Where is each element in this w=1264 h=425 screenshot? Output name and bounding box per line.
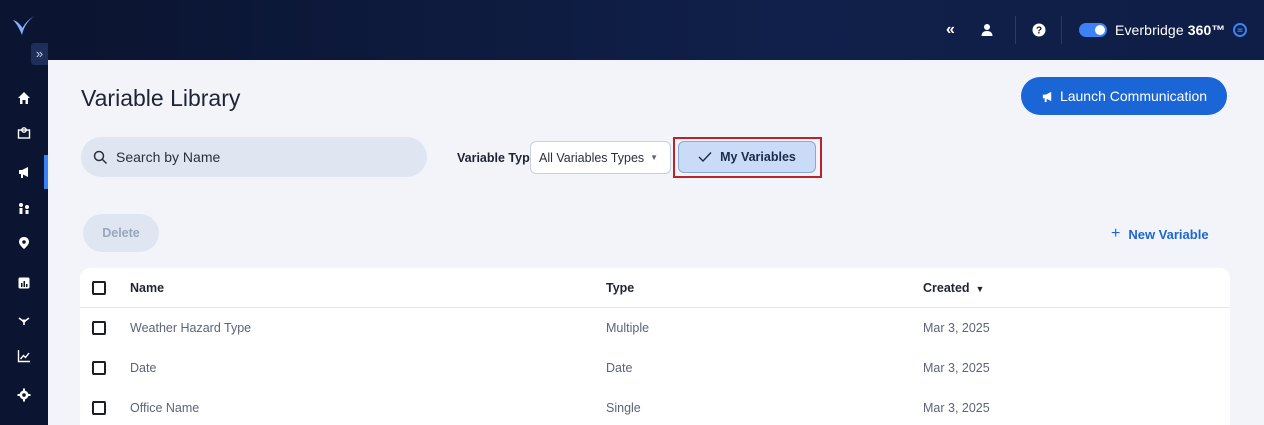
toggle-icon[interactable] (1079, 23, 1107, 37)
help-icon[interactable]: ? (1032, 20, 1046, 40)
topbar-divider (1061, 16, 1062, 44)
column-header-created[interactable]: Created ▼ (923, 281, 984, 295)
main-content: Variable Library Launch Communication Se… (48, 60, 1264, 425)
table-row[interactable]: Date Date Mar 3, 2025 (80, 348, 1230, 388)
search-input[interactable]: Search by Name (81, 137, 427, 177)
new-variable-button[interactable]: + New Variable (1111, 225, 1209, 243)
check-icon (698, 152, 712, 163)
row-checkbox[interactable] (92, 401, 106, 415)
search-icon (93, 150, 108, 164)
column-header-type[interactable]: Type (606, 281, 634, 295)
row-type: Multiple (606, 321, 650, 335)
row-name[interactable]: Office Name (130, 401, 199, 415)
launch-communication-button[interactable]: Launch Communication (1021, 77, 1227, 115)
column-header-created-label: Created (923, 280, 970, 295)
reports-icon[interactable] (12, 271, 36, 295)
column-header-name[interactable]: Name (130, 281, 164, 295)
settings-icon[interactable] (12, 383, 36, 407)
table-header-row: Name Type Created ▼ (80, 268, 1230, 308)
integrations-icon[interactable] (12, 308, 36, 332)
analytics-icon[interactable] (12, 344, 36, 368)
delete-button[interactable]: Delete (83, 214, 159, 252)
svg-text:?: ? (1036, 26, 1042, 37)
plus-icon: + (1111, 225, 1121, 242)
search-placeholder: Search by Name (116, 149, 221, 165)
chevron-down-icon: ▼ (650, 153, 659, 162)
row-type: Date (606, 361, 633, 375)
org-switcher[interactable]: Everbridge 360™ (1079, 20, 1248, 40)
page-title: Variable Library (81, 85, 241, 111)
megaphone-icon[interactable] (0, 156, 48, 188)
everbridge-logo-icon (13, 16, 35, 35)
menu-icon[interactable] (1233, 23, 1248, 37)
row-checkbox[interactable] (92, 321, 106, 335)
home-icon[interactable] (12, 86, 36, 110)
row-created: Mar 3, 2025 (923, 361, 990, 375)
sidebar: » (0, 0, 48, 425)
expand-sidebar-icon[interactable]: » (31, 43, 48, 65)
user-icon[interactable] (980, 20, 994, 40)
location-icon[interactable] (12, 231, 36, 255)
variable-type-select[interactable]: All Variables Types ▼ (530, 141, 671, 174)
row-created: Mar 3, 2025 (923, 321, 990, 335)
dashboard-icon[interactable] (12, 121, 36, 145)
brand-label: Everbridge 360™ (1115, 22, 1226, 38)
row-created: Mar 3, 2025 (923, 401, 990, 415)
select-all-checkbox[interactable] (92, 281, 106, 295)
collapse-icon[interactable]: « (946, 20, 955, 40)
variable-type-value: All Variables Types (539, 150, 645, 165)
my-variables-label: My Variables (720, 150, 796, 164)
my-variables-button[interactable]: My Variables (678, 141, 816, 173)
row-name[interactable]: Weather Hazard Type (130, 321, 251, 335)
top-bar: « ? Everbridge 360™ (48, 0, 1264, 60)
table-row[interactable]: Office Name Single Mar 3, 2025 (80, 388, 1230, 425)
variable-type-label: Variable Type (457, 151, 537, 165)
delete-label: Delete (102, 226, 140, 240)
people-icon[interactable] (12, 196, 36, 220)
row-checkbox[interactable] (92, 361, 106, 375)
row-type: Single (606, 401, 641, 415)
row-name[interactable]: Date (130, 361, 156, 375)
topbar-divider (1015, 16, 1016, 44)
table-row[interactable]: Weather Hazard Type Multiple Mar 3, 2025 (80, 308, 1230, 348)
variables-table: Name Type Created ▼ Weather Hazard Type M… (80, 268, 1230, 425)
megaphone-icon (1042, 91, 1052, 102)
launch-communication-label: Launch Communication (1059, 88, 1208, 104)
new-variable-label: New Variable (1128, 226, 1209, 242)
sort-desc-icon[interactable]: ▼ (976, 284, 985, 294)
